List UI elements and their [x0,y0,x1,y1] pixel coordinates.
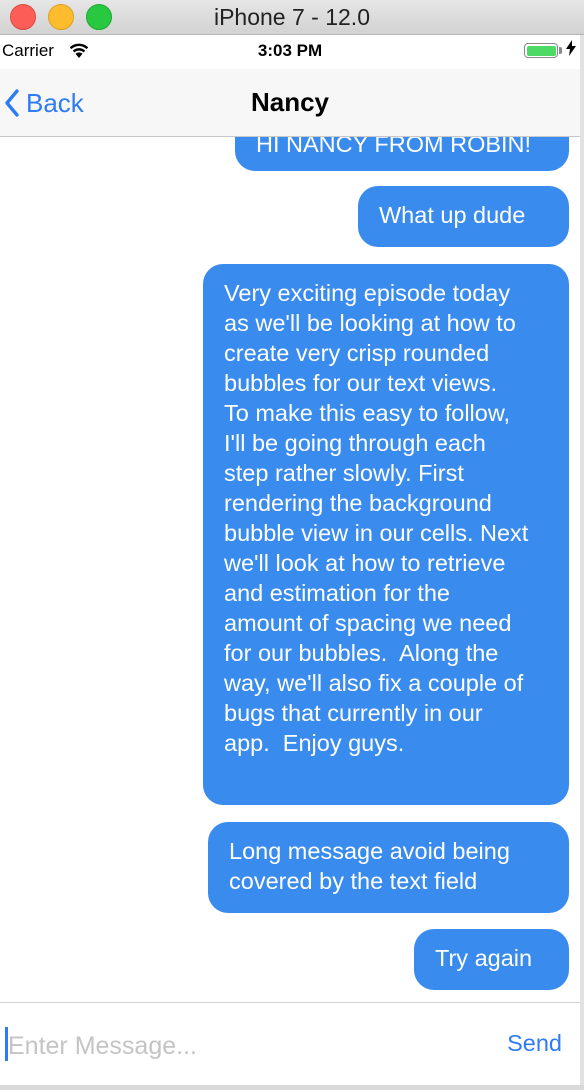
message-text: What up dude [379,202,526,228]
send-button[interactable]: Send [507,1030,562,1057]
battery-tip [559,47,562,54]
message-text: Long message avoid being covered by the … [229,838,510,894]
device-screen: Carrier 3:03 PM Back Nancy HI NANCY FROM… [0,35,580,1085]
message-bubble: Try again [414,929,569,990]
battery-icon [524,43,558,58]
navigation-bar: Back Nancy [0,69,580,137]
status-bar: Carrier 3:03 PM [0,35,580,69]
message-bubble: Very exciting episode today as we'll be … [203,264,569,805]
message-bubble: Long message avoid being covered by the … [208,822,569,913]
bolt-icon [566,40,576,61]
message-input[interactable] [6,1023,490,1069]
message-text: HI NANCY FROM ROBIN! [256,136,532,157]
composer-bar: Send [0,1002,580,1085]
message-bubble: HI NANCY FROM ROBIN! [235,136,569,171]
simulator-title-bar: iPhone 7 - 12.0 [0,0,584,35]
battery-level-fill [526,45,556,56]
window-title: iPhone 7 - 12.0 [213,4,370,30]
message-text: Very exciting episode today as we'll be … [224,280,529,756]
status-time: 3:03 PM [257,41,323,60]
message-text: Try again [435,945,533,971]
page-title: Nancy [250,87,330,117]
message-list[interactable]: HI NANCY FROM ROBIN! What up dude Very e… [0,136,580,1003]
message-bubble: What up dude [358,186,569,247]
window-edge [580,35,584,1085]
